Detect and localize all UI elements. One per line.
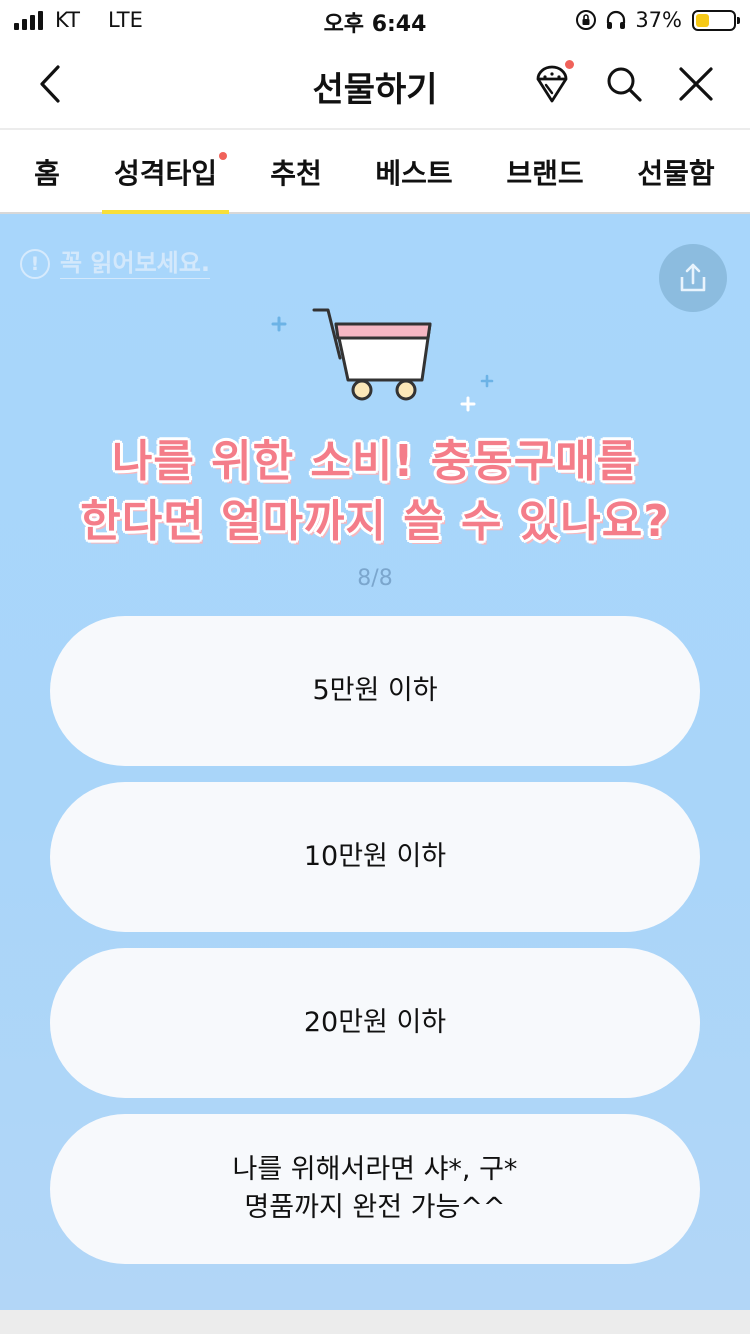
tab-notification-dot <box>219 152 228 160</box>
option-label-line-2: 명품까지 완전 가능^^ <box>244 1192 506 1223</box>
status-bar: KT LTE 오후 6:44 37% <box>0 0 750 40</box>
tab-home[interactable]: 홈 <box>0 130 94 214</box>
headphones-icon <box>607 10 626 29</box>
tab-label: 성격타입 <box>113 157 218 190</box>
tab-personality-type[interactable]: 성격타입 <box>102 130 229 216</box>
battery-icon <box>692 9 740 31</box>
search-button[interactable] <box>600 60 648 108</box>
back-button[interactable] <box>26 60 74 108</box>
question-line-1: 나를 위한 소비! 충동구매를 <box>111 436 639 487</box>
close-button[interactable] <box>672 60 720 108</box>
notice-link[interactable]: ! 꼭 읽어보세요. <box>20 248 210 279</box>
option-label-line-1: 나를 위해서라면 샤*, 구* <box>232 1154 518 1185</box>
gift-icon <box>536 65 568 103</box>
gift-icon-button[interactable] <box>528 60 576 108</box>
info-icon: ! <box>20 248 50 279</box>
tab-label: 홈 <box>34 157 60 190</box>
cart-illustration <box>271 308 494 412</box>
option-label: 5만원 이하 <box>312 675 438 706</box>
tab-brand[interactable]: 브랜드 <box>488 130 602 214</box>
tab-label: 브랜드 <box>506 157 584 190</box>
option-label: 10만원 이하 <box>303 841 447 872</box>
gift-notification-dot <box>565 60 574 69</box>
bottom-bar <box>0 1310 750 1334</box>
search-icon <box>607 67 642 102</box>
tab-gift-box[interactable]: 선물함 <box>618 130 734 214</box>
share-icon <box>680 263 706 292</box>
answer-option-4[interactable]: 나를 위해서라면 샤*, 구* 명품까지 완전 가능^^ <box>50 1114 700 1264</box>
back-icon <box>40 65 60 103</box>
battery-percent: 37% <box>635 8 682 32</box>
answer-option-1[interactable]: 5만원 이하 <box>50 616 700 766</box>
category-tabs: 홈 성격타입 추천 베스트 브랜드 선물함 <box>0 128 750 216</box>
close-icon <box>679 67 713 101</box>
question-text: 나를 위한 소비! 충동구매를 한다면 얼마까지 쓸 수 있나요? <box>0 432 750 552</box>
tab-best[interactable]: 베스트 <box>358 130 470 214</box>
orientation-lock-icon <box>576 10 597 30</box>
tab-recommend[interactable]: 추천 <box>250 130 342 214</box>
answer-option-3[interactable]: 20만원 이하 <box>50 948 700 1098</box>
quiz-progress: 8/8 <box>357 566 393 591</box>
quiz-content: ! 꼭 읽어보세요. 나를 위한 소비! 충동구매를 한다면 얼마까지 쓸 수 … <box>0 214 750 1310</box>
tab-label: 베스트 <box>375 157 453 190</box>
notice-text: 꼭 읽어보세요. <box>60 249 210 279</box>
tab-label: 추천 <box>270 157 322 190</box>
question-line-2: 한다면 얼마까지 쓸 수 있나요? <box>80 496 670 547</box>
answer-option-2[interactable]: 10만원 이하 <box>50 782 700 932</box>
tab-label: 선물함 <box>637 157 715 190</box>
option-label: 20만원 이하 <box>303 1007 447 1038</box>
status-right: 37% <box>575 6 740 34</box>
battery-level <box>696 13 710 27</box>
app-header: 선물하기 <box>0 40 750 128</box>
share-button[interactable] <box>659 244 727 312</box>
